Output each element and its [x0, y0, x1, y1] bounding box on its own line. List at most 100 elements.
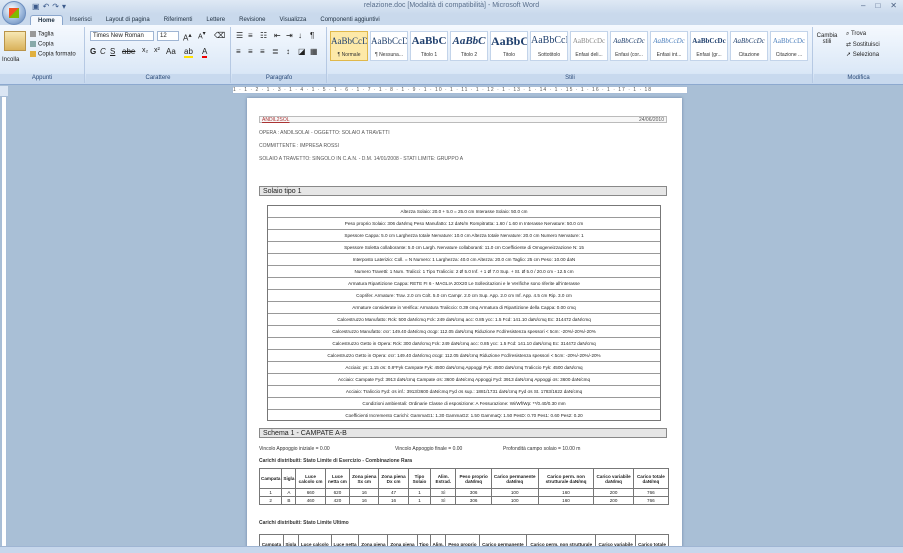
minimize-icon[interactable]: –: [861, 1, 865, 10]
document-page[interactable]: ANDIL2SOL 24/06/2010 OPERA : ANDILSOLAI …: [247, 98, 682, 553]
close-icon[interactable]: ✕: [890, 1, 897, 10]
highlight-icon[interactable]: ab: [184, 47, 193, 58]
prop-row: Armatura Ripartizione Cappa: RETE FI 6 -…: [268, 278, 660, 290]
copy-button[interactable]: Copia: [30, 41, 54, 48]
superscript-icon[interactable]: x²: [154, 47, 160, 54]
align-center-icon[interactable]: ≡: [248, 47, 253, 56]
style-normal[interactable]: AaBbCcDc¶ Normale: [330, 31, 368, 61]
maximize-icon[interactable]: □: [875, 1, 880, 10]
font-name-select[interactable]: Times New Roman: [90, 31, 154, 41]
table-cell: 16: [349, 496, 380, 505]
select-button[interactable]: ➚ Seleziona: [846, 51, 879, 58]
line-spacing-icon[interactable]: ↕: [286, 47, 290, 56]
borders-icon[interactable]: ▦: [310, 47, 318, 56]
tab-references[interactable]: Riferimenti: [157, 15, 200, 25]
brush-icon: [30, 51, 36, 57]
table-cell: 766: [632, 496, 670, 505]
header-left: ANDIL2SOL: [262, 117, 290, 123]
strikethrough-icon[interactable]: abe: [122, 47, 135, 56]
style-intense-emphasis[interactable]: AaBbCcDc Enfasi int...: [650, 31, 688, 61]
style-strong[interactable]: AaBbCcDc Enfasi (gr...: [690, 31, 728, 61]
cut-icon: [30, 31, 36, 37]
font-size-select[interactable]: 12: [157, 31, 179, 41]
shrink-font-icon[interactable]: A▾: [198, 31, 206, 40]
sort-icon[interactable]: ↓: [298, 31, 302, 40]
tab-mailings[interactable]: Lettere: [199, 15, 232, 25]
table-column-header: Luce netta cm: [324, 468, 351, 489]
bullets-icon[interactable]: ☰: [236, 31, 243, 40]
multilevel-list-icon[interactable]: ☷: [260, 31, 267, 40]
prop-row: Acciaio: Traliccio Fyd: σs inf.: 3913/36…: [268, 386, 660, 398]
subscript-icon[interactable]: x₂: [142, 47, 148, 54]
show-formatting-icon[interactable]: ¶: [310, 31, 314, 40]
horizontal-ruler[interactable]: 1 · 1 · 2 · 1 · 3 · 1 · 4 · 1 · 5 · 1 · …: [232, 86, 688, 94]
tab-review[interactable]: Revisione: [232, 15, 272, 25]
find-button[interactable]: ⌕ Trova: [846, 31, 866, 38]
opera-line: OPERA : ANDILSOLAI - OGGETTO: SOLAIO A T…: [259, 130, 390, 136]
tab-page-layout[interactable]: Layout di pagina: [99, 15, 157, 25]
window-title: relazione.doc [Modalità di compatibilità…: [363, 2, 540, 9]
style-subtitle[interactable]: AaBbCcI Sottotitolo: [530, 31, 568, 61]
table-cell: Sì: [430, 488, 457, 497]
table-column-header: Carico perm. non strutturale daN/mq: [537, 468, 595, 489]
table-cell: 160: [537, 488, 595, 497]
replace-button[interactable]: ⇄ Sostituisci: [846, 41, 880, 48]
font-color-icon[interactable]: A: [202, 47, 208, 58]
cut-button[interactable]: Taglia: [30, 31, 54, 38]
align-left-icon[interactable]: ≡: [236, 47, 241, 56]
status-bar: [0, 546, 903, 553]
increase-indent-icon[interactable]: ⇥: [286, 31, 293, 40]
solaio-desc-line: SOLAIO A TRAVETTO: SINGOLO IN C.A.N. - D…: [259, 156, 464, 162]
table-cell: 1: [258, 488, 283, 497]
change-styles-button[interactable]: Cambia stili: [816, 33, 838, 45]
tab-insert[interactable]: Inserisci: [63, 15, 99, 25]
clear-format-icon[interactable]: ⌫: [214, 31, 225, 40]
justify-icon[interactable]: ≣: [272, 47, 279, 56]
style-title[interactable]: AaBbC Titolo: [490, 31, 528, 61]
vertical-ruler[interactable]: [1, 96, 7, 548]
numbering-icon[interactable]: ≡: [248, 31, 253, 40]
align-right-icon[interactable]: ≡: [260, 47, 265, 56]
paragraph-group-label: Paragrafo: [232, 74, 326, 83]
table-cell: 1: [407, 488, 432, 497]
table-cell: A: [281, 488, 297, 497]
underline-icon[interactable]: S: [110, 47, 115, 56]
office-logo-icon: [9, 8, 19, 18]
table-cell: 47: [378, 488, 409, 497]
office-button[interactable]: [2, 1, 26, 25]
tab-addins[interactable]: Componenti aggiuntivi: [313, 15, 386, 25]
font-group: Times New Roman 12 A▴ A▾ ⌫ G C S abe x₂ …: [86, 27, 231, 83]
format-painter-button[interactable]: Copia formato: [30, 51, 76, 58]
header-date: 24/06/2010: [638, 117, 664, 123]
style-heading-1[interactable]: AaBbC Titolo 1: [410, 31, 448, 61]
style-heading-2[interactable]: AaBbC Titolo 2: [450, 31, 488, 61]
bold-icon[interactable]: G: [90, 47, 96, 56]
style-quote[interactable]: AaBbCcDc Citazione: [730, 31, 768, 61]
table-cell: 100: [490, 488, 539, 497]
ruler-toggle[interactable]: [0, 86, 8, 96]
carichi-ultimo-heading: Carichi distribuiti: Stato Limite Ultimo: [259, 520, 349, 526]
style-emphasis[interactable]: AaBbCcDc Enfasi (cor...: [610, 31, 648, 61]
prop-row: Peso proprio Solaio: 306 daN/mq Peso Man…: [268, 218, 660, 230]
italic-icon[interactable]: C: [100, 47, 106, 56]
tab-view[interactable]: Visualizza: [272, 15, 313, 25]
table-row: 2 B 460 420 16 16 1 Sì 306 100 160 200 766: [258, 496, 670, 505]
paste-button[interactable]: Incolla: [2, 57, 19, 63]
grow-font-icon[interactable]: A▴: [183, 31, 192, 43]
properties-table: Altezza Solaio: 20.0 + 5.0 = 25.0 cm Int…: [267, 205, 661, 421]
paste-icon[interactable]: [4, 31, 26, 51]
table-cell: 660: [295, 488, 326, 497]
decrease-indent-icon[interactable]: ⇤: [274, 31, 281, 40]
prop-row: Coefficienti Incremento Carichi: GammaG1…: [345, 413, 583, 418]
table-cell: 100: [490, 496, 539, 505]
table-column-header: Luce calcolo cm: [295, 468, 326, 489]
tab-home[interactable]: Home: [30, 15, 63, 25]
table-row: 1 A 660 620 16 47 1 Sì 306 100 160 200 766: [258, 488, 670, 497]
select-icon: ➚: [846, 52, 852, 58]
change-case-icon[interactable]: Aa: [166, 47, 176, 56]
shading-icon[interactable]: ◪: [298, 47, 306, 56]
style-intense-quote[interactable]: AaBbCcDc Citazione ...: [770, 31, 808, 61]
style-no-spacing[interactable]: AaBbCcDc¶ Nessuna...: [370, 31, 408, 61]
table-cell: 1: [407, 496, 432, 505]
style-subtle-emphasis[interactable]: AaBbCcDc Enfasi deli...: [570, 31, 608, 61]
